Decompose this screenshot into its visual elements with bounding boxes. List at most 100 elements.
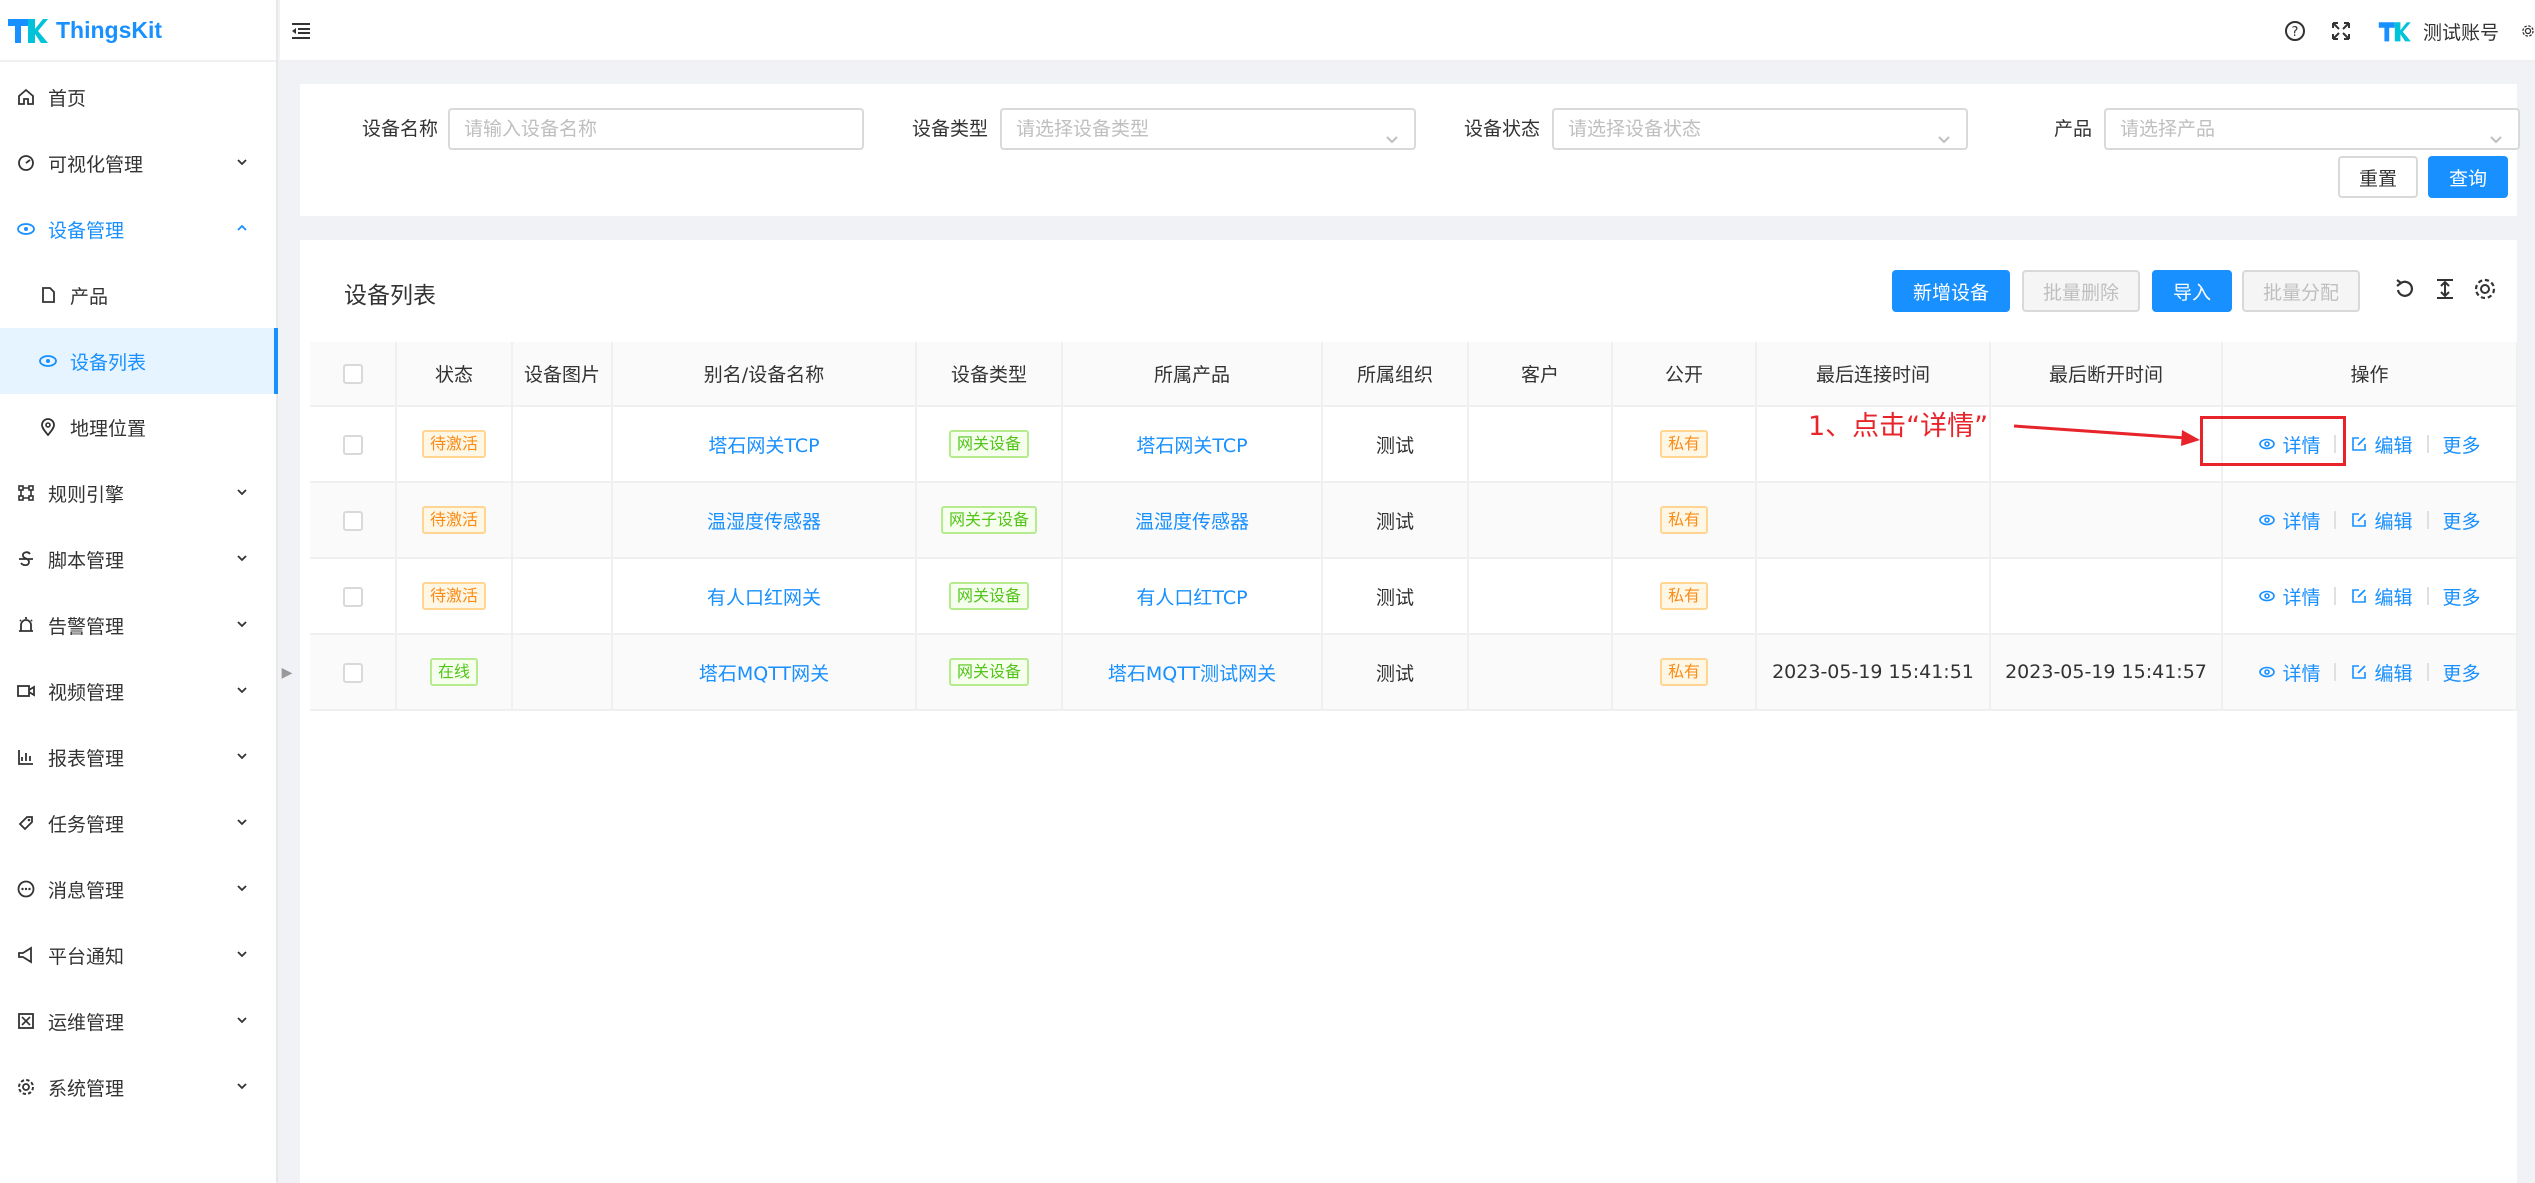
home-icon bbox=[16, 87, 36, 107]
device-name-link[interactable]: 温湿度传感器 bbox=[707, 511, 821, 533]
table-row[interactable]: 待激活 温湿度传感器 网关子设备 温湿度传感器 测试 私有 详情 编辑 更多 bbox=[310, 482, 2518, 559]
product-link[interactable]: 塔石网关TCP bbox=[1136, 435, 1247, 457]
sidebar-item-video[interactable]: 视频管理 bbox=[0, 658, 276, 724]
status-badge: 在线 bbox=[429, 658, 478, 686]
sidebar-item-device[interactable]: 设备管理 bbox=[0, 196, 276, 262]
sidebar-item-report[interactable]: 报表管理 bbox=[0, 724, 276, 790]
last-disconnect-cell bbox=[1990, 558, 2223, 635]
chevron-down-icon bbox=[234, 616, 250, 632]
header-select-all[interactable] bbox=[310, 342, 397, 407]
chevron-down-icon bbox=[234, 682, 250, 698]
edit-button[interactable]: 编辑 bbox=[2350, 583, 2413, 610]
sidebar-item-label: 地理位置 bbox=[70, 417, 147, 440]
import-button[interactable]: 导入 bbox=[2152, 270, 2232, 312]
product-link[interactable]: 温湿度传感器 bbox=[1135, 511, 1249, 533]
more-button[interactable]: 更多 bbox=[2443, 507, 2481, 534]
row-select-cell[interactable] bbox=[310, 634, 397, 711]
row-checkbox[interactable] bbox=[342, 434, 363, 455]
sidebar-item-ops[interactable]: 运维管理 bbox=[0, 988, 276, 1054]
row-select-cell[interactable] bbox=[310, 558, 397, 635]
sidebar-item-home[interactable]: 首页 bbox=[0, 64, 276, 130]
table-row[interactable]: 在线 塔石MQTT网关 网关设备 塔石MQTT测试网关 测试 私有 2023-05-19 1… bbox=[310, 634, 2518, 711]
logo[interactable]: ThingsKit bbox=[0, 0, 276, 62]
type-cell: 网关子设备 bbox=[916, 482, 1063, 559]
chevron-down-icon bbox=[234, 748, 250, 764]
edit-button[interactable]: 编辑 bbox=[2350, 431, 2413, 458]
device-list-panel: 设备列表 新增设备 批量删除 导入 批量分配 状态 设备图片 别名/设备名称 设… bbox=[300, 240, 2518, 1183]
type-cell: 网关设备 bbox=[916, 634, 1063, 711]
fullscreen-icon[interactable] bbox=[2329, 19, 2353, 43]
device-type-select[interactable]: 请选择设备类型 bbox=[1000, 108, 1416, 150]
detail-button[interactable]: 详情 bbox=[2258, 583, 2320, 610]
sidebar-item-system[interactable]: 系统管理 bbox=[0, 1054, 276, 1120]
product-select[interactable]: 请选择产品 bbox=[2104, 108, 2520, 150]
refresh-icon[interactable] bbox=[2392, 276, 2418, 302]
edit-button[interactable]: 编辑 bbox=[2350, 507, 2413, 534]
device-name-input[interactable]: 请输入设备名称 bbox=[448, 108, 864, 150]
column-header: 状态 bbox=[396, 342, 513, 407]
sidebar-collapse-handle[interactable]: ▶ bbox=[280, 660, 294, 686]
detail-button[interactable]: 详情 bbox=[2258, 659, 2320, 686]
sidebar-item-task[interactable]: 任务管理 bbox=[0, 790, 276, 856]
menu-fold-icon[interactable] bbox=[290, 20, 312, 42]
reset-button[interactable]: 重置 bbox=[2338, 156, 2418, 198]
name-cell: 塔石MQTT网关 bbox=[612, 634, 917, 711]
add-device-button[interactable]: 新增设备 bbox=[1892, 270, 2010, 312]
org-cell: 测试 bbox=[1322, 482, 1469, 559]
row-select-cell[interactable] bbox=[310, 406, 397, 483]
sidebar-item-label: 规则引擎 bbox=[48, 483, 125, 506]
detail-button[interactable]: 详情 bbox=[2258, 507, 2320, 534]
sidebar-item-script[interactable]: 脚本管理 bbox=[0, 526, 276, 592]
device-name-link[interactable]: 塔石网关TCP bbox=[708, 435, 819, 457]
sidebar-item-message[interactable]: 消息管理 bbox=[0, 856, 276, 922]
sidebar-item-location[interactable]: 地理位置 bbox=[0, 394, 276, 460]
device-name-link[interactable]: 塔石MQTT网关 bbox=[699, 663, 829, 685]
product-link[interactable]: 塔石MQTT测试网关 bbox=[1108, 663, 1276, 685]
column-settings-icon[interactable] bbox=[2472, 276, 2498, 302]
more-button[interactable]: 更多 bbox=[2443, 583, 2481, 610]
last-disconnect-cell: 2023-05-19 15:41:57 bbox=[1990, 634, 2223, 711]
sidebar-item-alarm[interactable]: 告警管理 bbox=[0, 592, 276, 658]
column-height-icon[interactable] bbox=[2432, 276, 2458, 302]
select-all-checkbox[interactable] bbox=[342, 364, 363, 384]
edit-icon bbox=[2350, 587, 2368, 605]
edit-button[interactable]: 编辑 bbox=[2350, 659, 2413, 686]
public-badge: 私有 bbox=[1659, 506, 1708, 534]
chevron-down-icon bbox=[1936, 122, 1952, 144]
device-name-label: 设备名称 bbox=[361, 118, 438, 140]
more-button[interactable]: 更多 bbox=[2443, 659, 2481, 686]
more-button[interactable]: 更多 bbox=[2443, 431, 2481, 458]
batch-delete-button[interactable]: 批量删除 bbox=[2022, 270, 2140, 312]
sidebar-item-device-list[interactable]: 设备列表 bbox=[0, 328, 278, 394]
row-select-cell[interactable] bbox=[310, 482, 397, 559]
row-checkbox[interactable] bbox=[342, 510, 363, 531]
query-button[interactable]: 查询 bbox=[2428, 156, 2508, 198]
status-cell: 待激活 bbox=[396, 482, 513, 559]
device-status-select[interactable]: 请选择设备状态 bbox=[1552, 108, 1968, 150]
status-badge: 待激活 bbox=[421, 506, 486, 534]
row-checkbox[interactable] bbox=[342, 662, 363, 683]
sidebar-item-notice[interactable]: 平台通知 bbox=[0, 922, 276, 988]
user-avatar-icon[interactable] bbox=[2375, 17, 2413, 45]
product-link[interactable]: 有人口红TCP bbox=[1136, 587, 1247, 609]
annotation-text: 1、点击“详情” bbox=[1808, 411, 1989, 442]
sidebar-item-rule[interactable]: 规则引擎 bbox=[0, 460, 276, 526]
settings-icon[interactable] bbox=[2521, 19, 2535, 43]
divider bbox=[2426, 511, 2429, 529]
chevron-down-icon bbox=[1384, 122, 1400, 144]
dashboard-icon bbox=[16, 153, 36, 173]
product-icon bbox=[38, 285, 58, 305]
table-row[interactable]: 待激活 有人口红网关 网关设备 有人口红TCP 测试 私有 详情 编辑 更多 bbox=[310, 558, 2518, 635]
sidebar-item-product[interactable]: 产品 bbox=[0, 262, 276, 328]
batch-assign-button[interactable]: 批量分配 bbox=[2242, 270, 2360, 312]
app-name: ThingsKit bbox=[56, 16, 163, 43]
table-row[interactable]: 待激活 塔石网关TCP 网关设备 塔石网关TCP 测试 私有 详情 编辑 更多 bbox=[310, 406, 2518, 483]
row-checkbox[interactable] bbox=[342, 586, 363, 607]
user-name[interactable]: 测试账号 bbox=[2423, 18, 2499, 45]
eye-icon bbox=[2258, 663, 2276, 681]
device-name-link[interactable]: 有人口红网关 bbox=[707, 587, 821, 609]
svg-text:?: ? bbox=[2292, 25, 2299, 40]
alarm-icon bbox=[16, 615, 36, 635]
sidebar-item-dashboard[interactable]: 可视化管理 bbox=[0, 130, 276, 196]
help-icon[interactable]: ? bbox=[2283, 19, 2307, 43]
